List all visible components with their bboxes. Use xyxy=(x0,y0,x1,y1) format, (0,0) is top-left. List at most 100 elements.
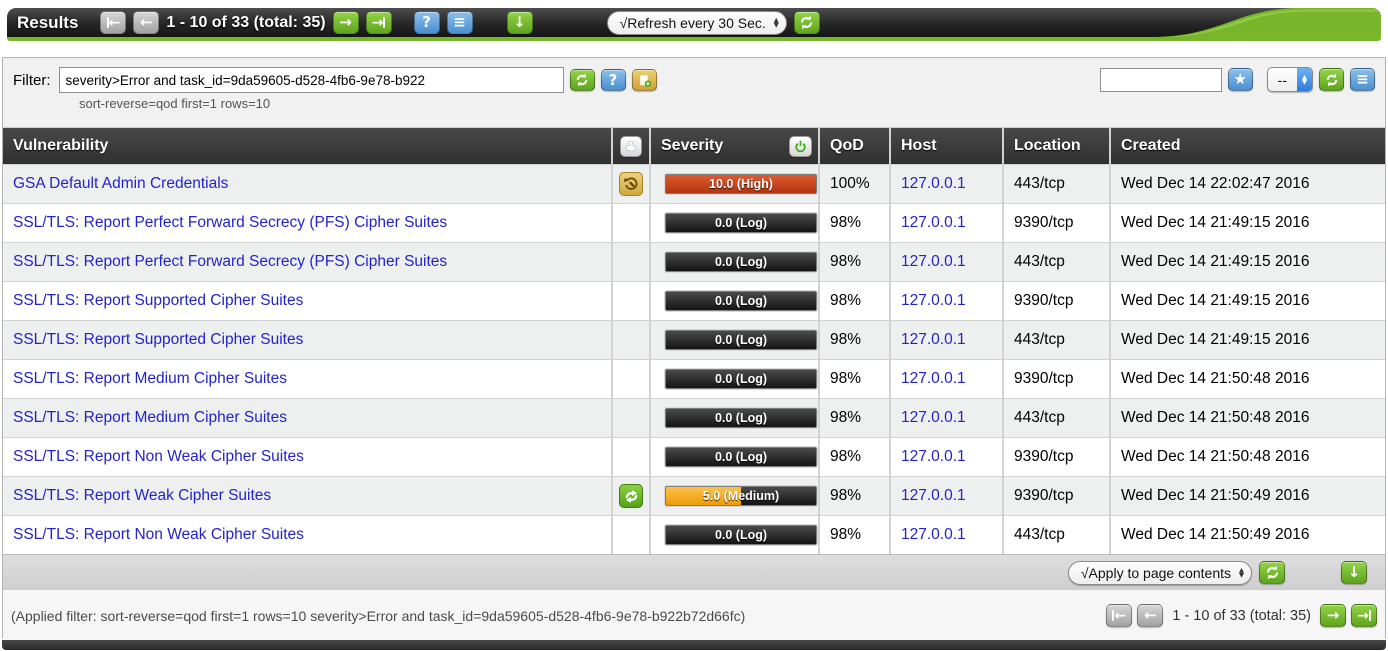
location-value: 9390/tcp xyxy=(1004,204,1109,242)
filter-help-icon[interactable]: ? xyxy=(601,69,626,91)
download-icon[interactable]: ↓ xyxy=(507,11,533,34)
bulk-action-select[interactable]: √Apply to page contents ▲▼ xyxy=(1068,561,1252,585)
location-value: 443/tcp xyxy=(1004,243,1109,281)
location-value: 9390/tcp xyxy=(1004,477,1109,515)
qod-value: 98% xyxy=(820,204,889,242)
first-page-button[interactable]: ← xyxy=(1106,604,1132,627)
last-page-button[interactable]: → xyxy=(366,11,392,34)
severity-bar: 0.0 (Log) xyxy=(665,213,817,233)
vulnerability-link[interactable]: SSL/TLS: Report Non Weak Cipher Suites xyxy=(13,448,304,466)
solution-type-icon xyxy=(619,523,643,547)
location-value: 443/tcp xyxy=(1004,399,1109,437)
qod-value: 98% xyxy=(820,360,889,398)
severity-bar: 0.0 (Log) xyxy=(665,525,817,545)
applied-filter-text: (Applied filter: sort-reverse=qod first=… xyxy=(11,608,745,624)
severity-label: 0.0 (Log) xyxy=(666,526,816,544)
update-filter-icon[interactable] xyxy=(570,69,595,91)
created-value: Wed Dec 14 21:50:48 2016 xyxy=(1111,399,1385,437)
qod-value: 98% xyxy=(820,477,889,515)
saved-filter-select[interactable]: -- ▲▼ xyxy=(1267,67,1313,92)
solution-type-icon xyxy=(619,445,643,469)
column-header-location[interactable]: Location xyxy=(1004,128,1109,164)
solution-type-icon xyxy=(619,211,643,235)
created-value: Wed Dec 14 21:50:48 2016 xyxy=(1111,438,1385,476)
vulnerability-link[interactable]: SSL/TLS: Report Supported Cipher Suites xyxy=(13,292,303,310)
saved-filter-value: -- xyxy=(1268,72,1297,88)
workaround-icon xyxy=(619,172,643,196)
refresh-interval-value: √Refresh every 30 Sec. xyxy=(620,15,766,31)
filter-input[interactable] xyxy=(59,67,564,93)
host-link[interactable]: 127.0.0.1 xyxy=(901,370,966,388)
apply-saved-filter-icon[interactable] xyxy=(1319,68,1344,91)
select-arrows-icon: ▲▼ xyxy=(1297,68,1312,91)
next-page-button[interactable]: → xyxy=(333,11,359,34)
filter-name-input[interactable] xyxy=(1100,68,1222,92)
severity-bar: 0.0 (Log) xyxy=(665,291,817,311)
host-link[interactable]: 127.0.0.1 xyxy=(901,331,966,349)
severity-bar: 0.0 (Log) xyxy=(665,369,817,389)
severity-label: 0.0 (Log) xyxy=(666,448,816,466)
previous-page-button[interactable]: ← xyxy=(133,11,159,34)
filter-panel: Filter: ? sort-reverse=qod first=1 rows=… xyxy=(3,58,1385,128)
vulnerability-link[interactable]: SSL/TLS: Report Medium Cipher Suites xyxy=(13,409,287,427)
next-page-button[interactable]: → xyxy=(1320,604,1346,627)
save-filter-star-icon[interactable]: ★ xyxy=(1228,68,1253,91)
created-value: Wed Dec 14 21:49:15 2016 xyxy=(1111,204,1385,242)
vulnerability-link[interactable]: SSL/TLS: Report Perfect Forward Secrecy … xyxy=(13,253,447,271)
column-header-solution-type[interactable] xyxy=(613,128,649,164)
column-header-severity[interactable]: Severity xyxy=(651,128,818,164)
column-header-qod[interactable]: QoD xyxy=(820,128,889,164)
host-link[interactable]: 127.0.0.1 xyxy=(901,526,966,544)
host-link[interactable]: 127.0.0.1 xyxy=(901,214,966,232)
host-link[interactable]: 127.0.0.1 xyxy=(901,487,966,505)
new-filter-icon[interactable] xyxy=(632,69,657,91)
qod-value: 98% xyxy=(820,399,889,437)
vulnerability-link[interactable]: SSL/TLS: Report Supported Cipher Suites xyxy=(13,331,303,349)
column-header-vulnerability[interactable]: Vulnerability xyxy=(3,128,611,164)
vulnerability-link[interactable]: SSL/TLS: Report Perfect Forward Secrecy … xyxy=(13,214,447,232)
column-header-created[interactable]: Created xyxy=(1111,128,1385,164)
vulnerability-link[interactable]: GSA Default Admin Credentials xyxy=(13,175,228,193)
qod-value: 98% xyxy=(820,282,889,320)
created-value: Wed Dec 14 21:50:49 2016 xyxy=(1111,516,1385,554)
previous-page-button[interactable]: ← xyxy=(1137,604,1163,627)
table-footer-bar: √Apply to page contents ▲▼ ↓ xyxy=(3,554,1385,590)
filter-extra-terms: sort-reverse=qod first=1 rows=10 xyxy=(79,96,1385,111)
vulnerability-link[interactable]: SSL/TLS: Report Medium Cipher Suites xyxy=(13,370,287,388)
host-link[interactable]: 127.0.0.1 xyxy=(901,409,966,427)
severity-label: 5.0 (Medium) xyxy=(666,487,816,505)
solution-type-icon xyxy=(619,289,643,313)
edit-filter-list-icon[interactable]: ≡ xyxy=(1350,68,1375,91)
puzzle-icon xyxy=(620,136,642,157)
created-value: Wed Dec 14 21:49:15 2016 xyxy=(1111,243,1385,281)
location-value: 443/tcp xyxy=(1004,165,1109,203)
vendorfix-icon xyxy=(619,484,643,508)
location-value: 443/tcp xyxy=(1004,516,1109,554)
first-page-button[interactable]: ← xyxy=(100,11,126,34)
results-panel: Filter: ? sort-reverse=qod first=1 rows=… xyxy=(2,57,1386,639)
refresh-icon[interactable] xyxy=(794,11,820,34)
host-link[interactable]: 127.0.0.1 xyxy=(901,175,966,193)
vulnerability-link[interactable]: SSL/TLS: Report Non Weak Cipher Suites xyxy=(13,526,304,544)
host-link[interactable]: 127.0.0.1 xyxy=(901,253,966,271)
column-header-host[interactable]: Host xyxy=(891,128,1002,164)
created-value: Wed Dec 14 21:49:15 2016 xyxy=(1111,282,1385,320)
page-title: Results xyxy=(17,13,78,33)
apply-bulk-action-icon[interactable] xyxy=(1259,561,1285,584)
created-value: Wed Dec 14 21:50:49 2016 xyxy=(1111,477,1385,515)
severity-bar: 5.0 (Medium) xyxy=(665,486,817,506)
solution-type-icon xyxy=(619,250,643,274)
help-icon[interactable]: ? xyxy=(414,11,440,34)
host-link[interactable]: 127.0.0.1 xyxy=(901,448,966,466)
refresh-interval-select[interactable]: √Refresh every 30 Sec. ▲▼ xyxy=(607,11,787,35)
list-view-icon[interactable]: ≡ xyxy=(447,11,473,34)
toggle-overrides-power-icon[interactable] xyxy=(789,136,812,157)
bottom-pagination: ← ← 1 - 10 of 33 (total: 35) → → xyxy=(1106,604,1377,627)
select-arrows-icon: ▲▼ xyxy=(774,18,779,28)
last-page-button[interactable]: → xyxy=(1351,604,1377,627)
created-value: Wed Dec 14 22:02:47 2016 xyxy=(1111,165,1385,203)
download-page-icon[interactable]: ↓ xyxy=(1341,561,1367,584)
host-link[interactable]: 127.0.0.1 xyxy=(901,292,966,310)
footer-strip xyxy=(2,640,1386,650)
vulnerability-link[interactable]: SSL/TLS: Report Weak Cipher Suites xyxy=(13,487,271,505)
